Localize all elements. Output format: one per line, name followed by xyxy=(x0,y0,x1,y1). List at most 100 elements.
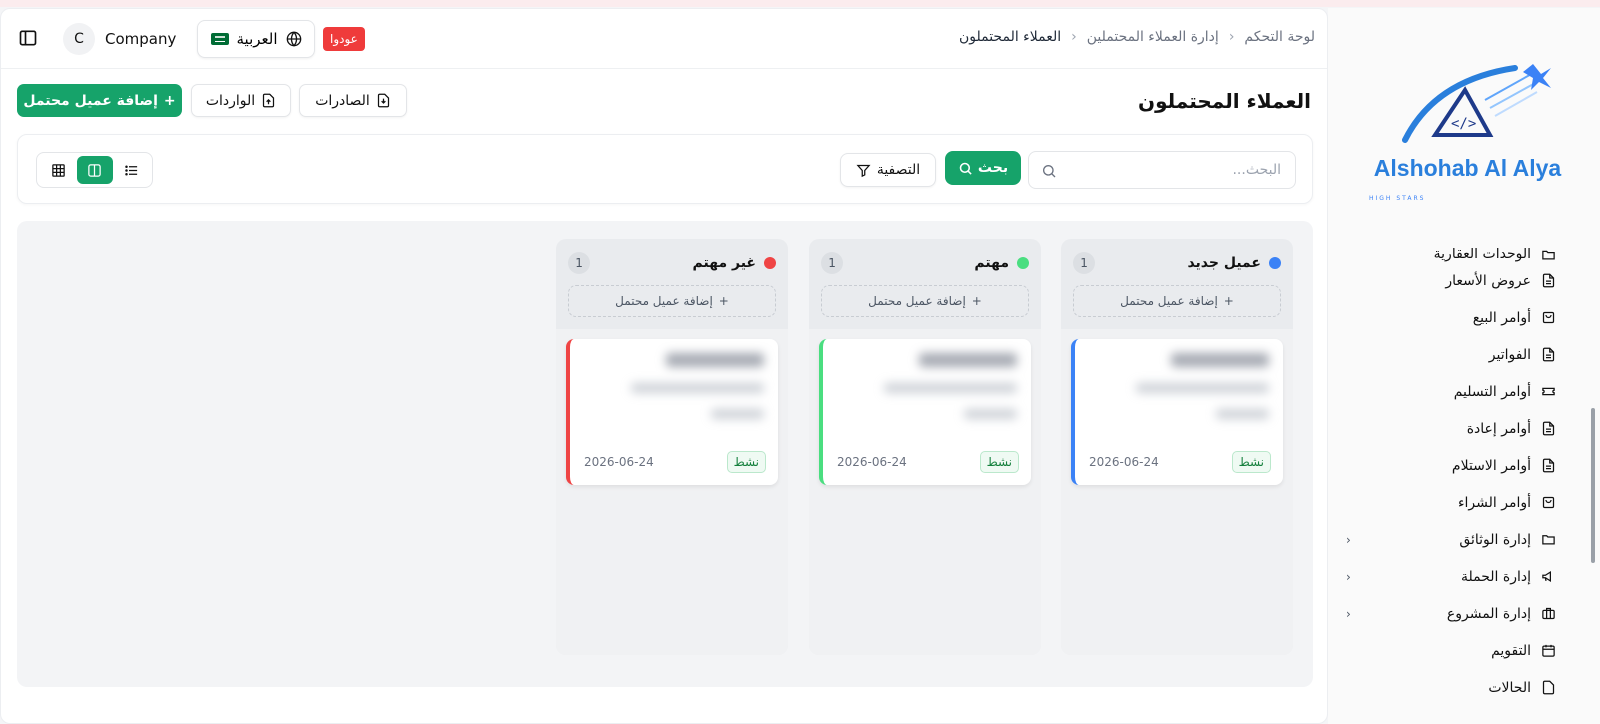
search-icon xyxy=(959,162,972,175)
list-view-button[interactable] xyxy=(113,156,149,184)
sidebar-item-return-orders[interactable]: أوامر إعادة xyxy=(1356,410,1556,447)
filter-button[interactable]: التصفية xyxy=(840,153,936,187)
status-dot xyxy=(1269,257,1281,269)
sidebar-item-label: أوامر التسليم xyxy=(1453,383,1531,400)
sidebar-scrollbar[interactable] xyxy=(1591,408,1595,563)
sidebar-item-label: إدارة الوثائق xyxy=(1459,531,1531,548)
chevron-left-icon: ‹ xyxy=(1346,533,1351,547)
sidebar-item-project-management[interactable]: إدارة المشروع ‹ xyxy=(1346,595,1556,632)
sidebar-item-label: أوامر الاستلام xyxy=(1451,457,1531,474)
language-switcher-button[interactable]: العربية xyxy=(197,20,315,58)
sidebar-item-document-management[interactable]: إدارة الوثائق ‹ xyxy=(1346,521,1556,558)
column-add-lead-button[interactable]: + إضافة عميل محتمل xyxy=(568,285,776,317)
sidebar-item-quotes[interactable]: عروض الأسعار xyxy=(1356,262,1556,299)
filter-label: التصفية xyxy=(876,162,921,178)
kanban-column: مهتم 1 + إضافة عميل محتمل 2026-06-24 نشط xyxy=(809,239,1041,655)
sidebar: </> Alshohab Al Alya HIGH STARS الوحدات … xyxy=(1328,8,1600,724)
column-add-lead-button[interactable]: + إضافة عميل محتمل xyxy=(821,285,1029,317)
company-switcher[interactable]: C Company xyxy=(63,23,176,55)
chevron-left-icon: ‹ xyxy=(1071,29,1077,45)
lead-card[interactable]: 2026-06-24 نشط xyxy=(566,339,778,485)
company-avatar: C xyxy=(63,23,95,55)
sidebar-item-label: الفواتير xyxy=(1488,346,1531,363)
card-footer: 2026-06-24 نشط xyxy=(584,451,766,473)
search-button-label: بحث xyxy=(977,160,1009,176)
sidebar-item-label: أوامر إعادة xyxy=(1466,420,1531,437)
sidebar-item-label: عروض الأسعار xyxy=(1445,272,1531,289)
sidebar-item-label: التقويم xyxy=(1491,642,1531,659)
column-title: مهتم xyxy=(974,255,1029,271)
folder-icon xyxy=(1542,250,1555,260)
column-header: عميل جديد 1 xyxy=(1073,251,1281,275)
columns-icon xyxy=(88,163,101,177)
sidebar-item-real-estate-units[interactable]: الوحدات العقارية xyxy=(1356,248,1556,262)
main-panel: C Company العربية عودوا لوحة التحكم ‹ إد… xyxy=(0,8,1328,724)
search-box xyxy=(1028,151,1296,189)
column-header: مهتم 1 xyxy=(821,251,1029,275)
chevron-left-icon: ‹ xyxy=(1346,607,1351,621)
page-title: العملاء المحتملون xyxy=(1138,89,1311,113)
language-label: العربية xyxy=(236,30,278,48)
kanban-column: عميل جديد 1 + إضافة عميل محتمل 2026-06-2… xyxy=(1061,239,1293,655)
column-add-label: إضافة عميل محتمل xyxy=(615,294,713,308)
lead-card[interactable]: 2026-06-24 نشط xyxy=(1071,339,1283,485)
search-input[interactable] xyxy=(1029,152,1295,188)
sidebar-item-purchase-orders[interactable]: أوامر الشراء xyxy=(1356,484,1556,521)
plus-icon: + xyxy=(718,294,729,308)
document-icon xyxy=(1542,458,1555,473)
calendar-icon xyxy=(1542,644,1555,657)
filter-toolbar: بحث التصفية xyxy=(17,134,1313,204)
sidebar-item-calendar[interactable]: التقويم xyxy=(1356,632,1556,669)
card-content-blurred xyxy=(586,353,764,423)
search-button[interactable]: بحث xyxy=(945,151,1021,185)
column-title: غير مهتم xyxy=(693,255,776,271)
imports-button[interactable]: الواردات xyxy=(191,84,291,117)
column-title-text: عميل جديد xyxy=(1187,255,1261,271)
add-lead-label: إضافة عميل محتمل xyxy=(23,92,158,109)
sidebar-item-label: أوامر البيع xyxy=(1472,309,1531,326)
kanban-view-button[interactable] xyxy=(76,156,113,184)
plus-icon: + xyxy=(163,92,176,109)
status-badge: نشط xyxy=(726,451,766,473)
column-count-badge: 1 xyxy=(1073,252,1095,274)
sidebar-item-sales-orders[interactable]: أوامر البيع xyxy=(1356,299,1556,336)
chevron-left-icon: ‹ xyxy=(1228,29,1235,45)
breadcrumb-item-leads-management[interactable]: إدارة العملاء المحتملين xyxy=(1087,29,1219,45)
sidebar-toggle-button[interactable] xyxy=(17,28,39,50)
kanban-column: غير مهتم 1 + إضافة عميل محتمل 2026-06-24… xyxy=(556,239,788,655)
folder-icon xyxy=(1542,535,1555,545)
lead-card[interactable]: 2026-06-24 نشط xyxy=(819,339,1031,485)
sidebar-item-campaign-management[interactable]: إدارة الحملة ‹ xyxy=(1346,558,1556,595)
back-badge[interactable]: عودوا xyxy=(323,27,365,51)
sidebar-item-cases[interactable]: الحالات xyxy=(1356,669,1556,706)
kanban-board: عميل جديد 1 + إضافة عميل محتمل 2026-06-2… xyxy=(17,221,1313,687)
sidebar-item-receipt-orders[interactable]: أوامر الاستلام xyxy=(1356,447,1556,484)
table-view-button[interactable] xyxy=(40,156,76,184)
column-add-label: إضافة عميل محتمل xyxy=(1120,294,1218,308)
sidebar-item-invoices[interactable]: الفواتير xyxy=(1356,336,1556,373)
breadcrumb-item-dashboard[interactable]: لوحة التحكم xyxy=(1244,29,1315,45)
globe-icon xyxy=(286,31,301,47)
megaphone-icon xyxy=(1542,570,1551,583)
document-icon xyxy=(1542,273,1555,288)
card-content-blurred xyxy=(839,353,1017,423)
card-date: 2026-06-24 xyxy=(837,455,907,469)
document-icon xyxy=(1542,680,1555,695)
search-icon xyxy=(1043,165,1056,178)
exports-button[interactable]: الصادرات xyxy=(299,84,407,117)
funnel-icon xyxy=(856,164,871,177)
column-add-lead-button[interactable]: + إضافة عميل محتمل xyxy=(1073,285,1281,317)
status-dot xyxy=(1017,257,1029,269)
card-date: 2026-06-24 xyxy=(584,455,654,469)
column-title-text: غير مهتم xyxy=(692,255,756,271)
sidebar-item-delivery-orders[interactable]: أوامر التسليم xyxy=(1356,373,1556,410)
top-accent-line xyxy=(0,0,1600,7)
column-add-label: إضافة عميل محتمل xyxy=(868,294,966,308)
document-icon xyxy=(1542,347,1555,362)
imports-label: الواردات xyxy=(205,92,256,109)
add-lead-button[interactable]: + إضافة عميل محتمل xyxy=(17,84,182,117)
card-date: 2026-06-24 xyxy=(1089,455,1159,469)
ticket-icon xyxy=(1542,387,1555,396)
card-footer: 2026-06-24 نشط xyxy=(1089,451,1271,473)
column-count-badge: 1 xyxy=(821,252,843,274)
